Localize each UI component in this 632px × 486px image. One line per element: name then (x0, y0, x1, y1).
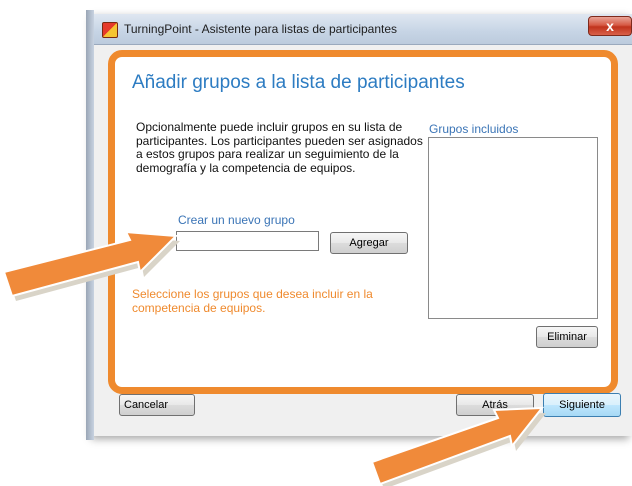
close-icon: x (606, 18, 614, 34)
page-title: Añadir grupos a la lista de participante… (132, 72, 465, 93)
remove-group-button[interactable]: Eliminar (536, 326, 598, 348)
description-text: Opcionalmente puede incluir grupos en su… (136, 120, 423, 175)
included-groups-label: Grupos incluidos (429, 122, 519, 136)
hint-text: Seleccione los grupos que desea incluir … (132, 287, 373, 315)
new-group-label: Crear un nuevo grupo (178, 213, 295, 227)
close-button[interactable]: x (588, 16, 632, 36)
title-bar[interactable]: TurningPoint - Asistente para listas de … (94, 14, 632, 45)
window-title: TurningPoint - Asistente para listas de … (124, 22, 398, 36)
new-group-input[interactable] (176, 231, 319, 251)
back-button[interactable]: Atrás (456, 394, 534, 416)
add-group-button[interactable]: Agregar (330, 232, 408, 254)
app-icon (102, 22, 118, 38)
window-frame (86, 10, 94, 440)
next-button[interactable]: Siguiente (543, 393, 621, 417)
cancel-button[interactable]: Cancelar (119, 394, 195, 416)
included-groups-list[interactable] (428, 137, 598, 319)
